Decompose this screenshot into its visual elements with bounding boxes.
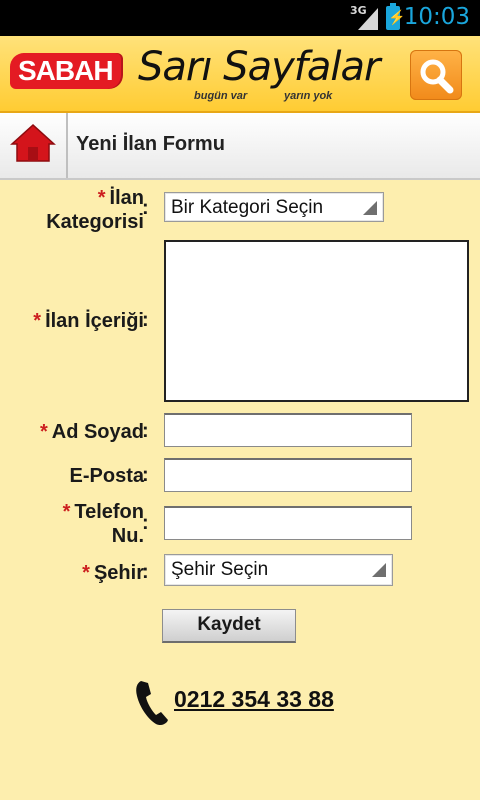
email-input[interactable] — [164, 458, 412, 492]
sabah-logo: SABAH — [10, 53, 121, 89]
required-star: * — [97, 187, 106, 209]
colon: : — [142, 420, 149, 442]
city-label: * Şehir — [82, 562, 144, 584]
dropdown-arrow-icon — [372, 563, 386, 577]
search-button[interactable] — [410, 50, 462, 100]
name-label: * Ad Soyad — [39, 421, 144, 443]
city-select[interactable]: Şehir Seçin — [164, 554, 393, 586]
category-select-value: Bir Kategori Seçin — [171, 197, 324, 218]
dropdown-arrow-icon — [363, 201, 377, 215]
title-bar: Yeni İlan Formu — [0, 113, 480, 180]
home-icon — [10, 123, 56, 162]
category-select[interactable]: Bir Kategori Seçin — [164, 192, 384, 222]
phone-icon — [136, 681, 168, 726]
save-button[interactable]: Kaydet — [162, 609, 296, 643]
search-icon — [420, 59, 454, 94]
status-bar: 3G ⚡ 10:03 — [0, 0, 480, 36]
tagline-right: yarın yok — [284, 90, 333, 102]
app-header: SABAH Sarı Sayfalar bugün var yarın yok — [0, 36, 480, 113]
colon: : — [142, 512, 149, 534]
tagline-left: bugün var — [194, 90, 248, 102]
name-input[interactable] — [164, 413, 412, 447]
required-star: * — [62, 501, 71, 523]
signal-icon — [358, 8, 378, 30]
colon: : — [142, 197, 149, 219]
colon: : — [142, 464, 149, 486]
required-star: * — [33, 310, 42, 332]
required-star: * — [82, 562, 90, 584]
home-button[interactable] — [0, 113, 68, 178]
phone-label: * Telefon Nu. — [62, 501, 144, 547]
content-label: * İlan İçeriği — [33, 310, 144, 332]
colon: : — [142, 561, 149, 583]
sari-sayfalar-logo: Sarı Sayfalar — [138, 44, 380, 90]
content-textarea[interactable] — [164, 240, 469, 402]
page-title: Yeni İlan Formu — [76, 133, 225, 155]
phone-number-link[interactable]: 0212 354 33 88 — [174, 686, 334, 713]
required-star: * — [39, 421, 48, 443]
email-label: E-Posta — [69, 465, 144, 487]
category-label: * İlan Kategorisi — [46, 187, 144, 233]
status-time: 10:03 — [403, 4, 470, 30]
phone-input[interactable] — [164, 506, 412, 540]
colon: : — [142, 309, 149, 331]
city-select-value: Şehir Seçin — [171, 559, 269, 580]
